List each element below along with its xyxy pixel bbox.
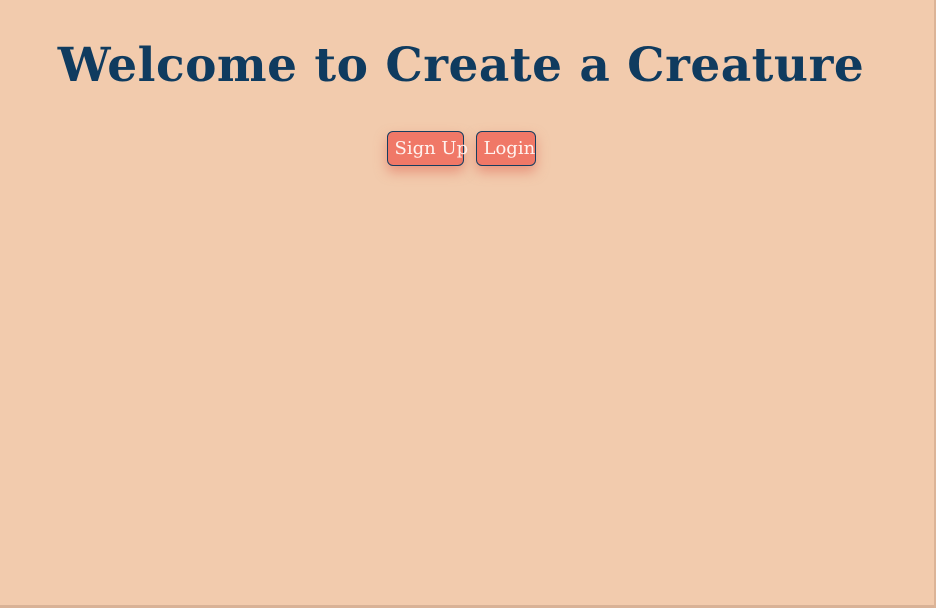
login-button[interactable]: Login <box>475 131 536 166</box>
page-background: Welcome to Create a Creature Sign Up Log… <box>0 0 936 608</box>
auth-buttons: Sign Up Login <box>0 131 922 166</box>
page-title: Welcome to Create a Creature <box>57 38 865 93</box>
sign-up-button[interactable]: Sign Up <box>386 131 468 166</box>
